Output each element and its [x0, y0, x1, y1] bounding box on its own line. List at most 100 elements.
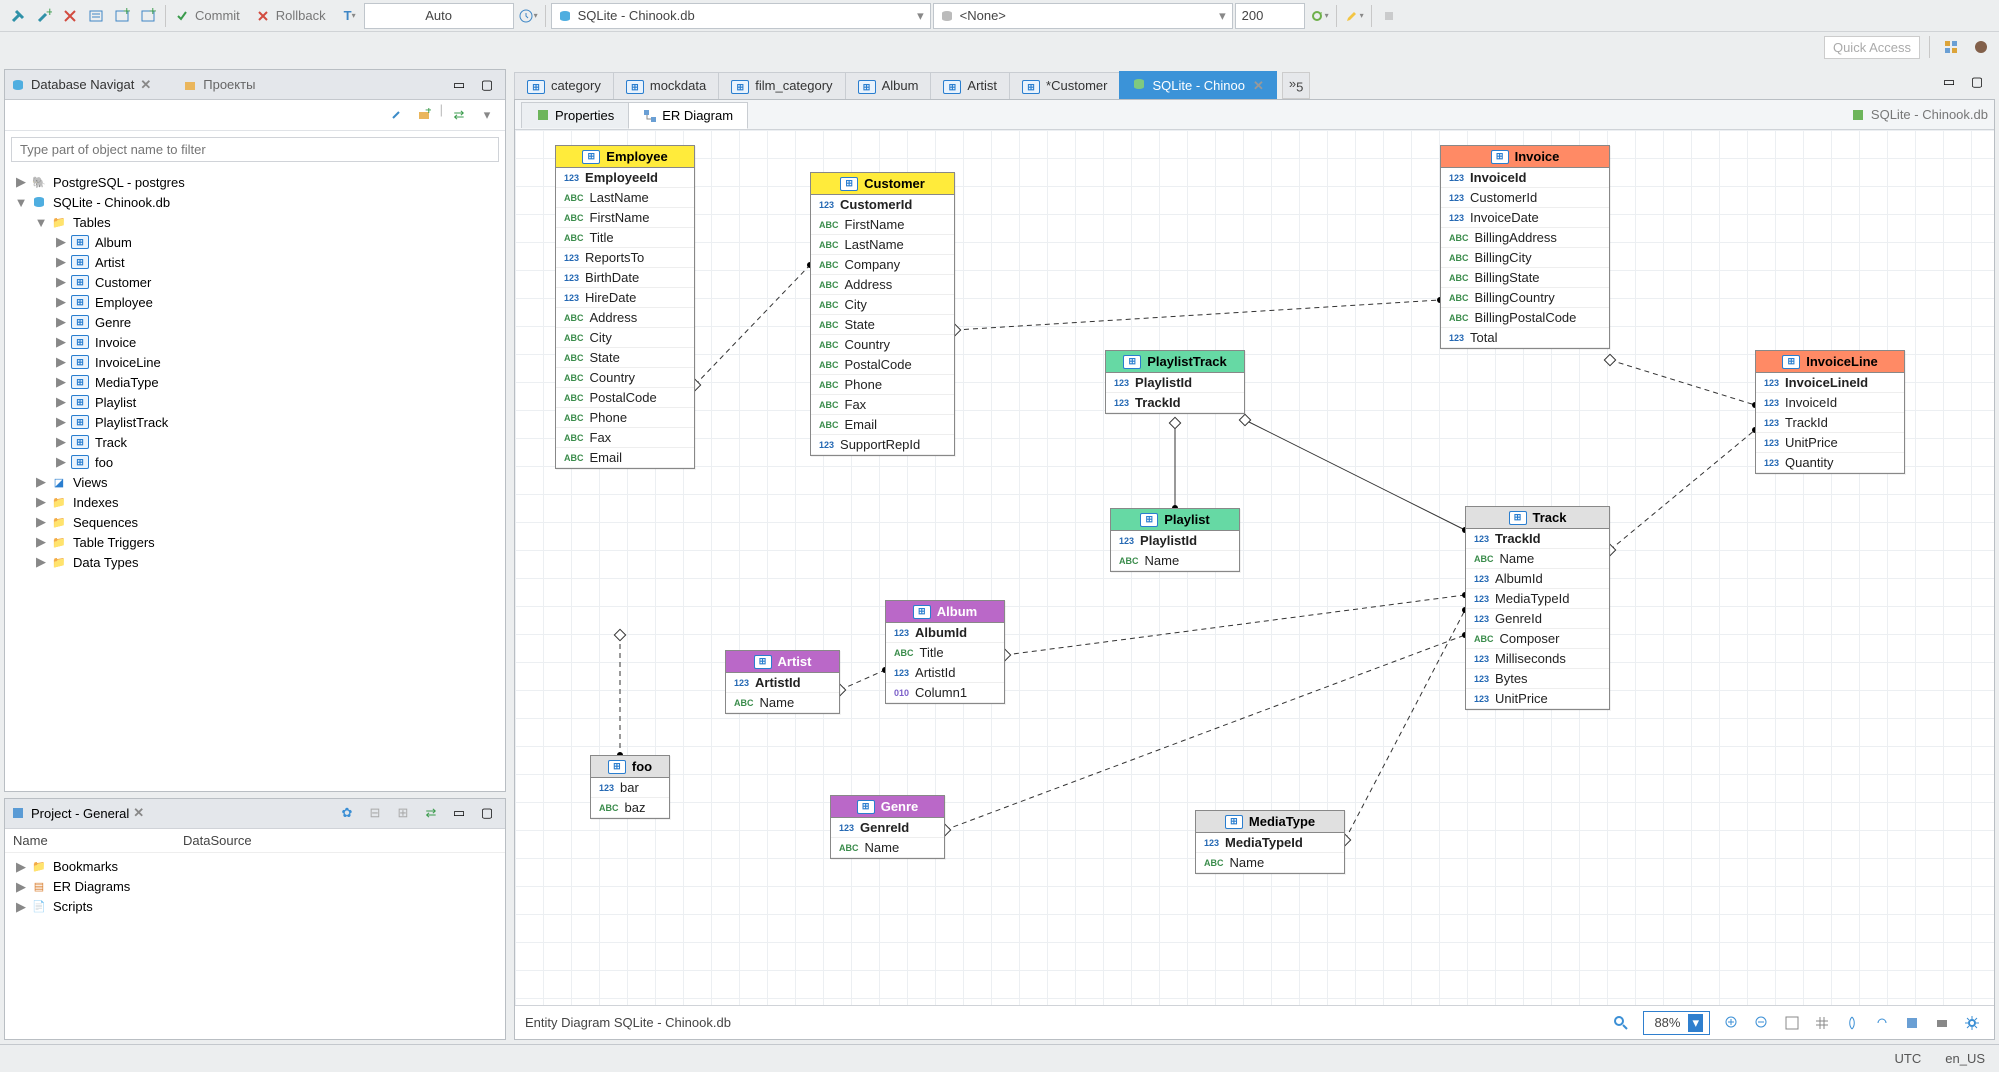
entity-column[interactable]: ABCName: [831, 838, 944, 858]
entity-column[interactable]: 123CustomerId: [1441, 188, 1609, 208]
entity-mediatype[interactable]: ⊞MediaType123MediaTypeIdABCName: [1195, 810, 1345, 874]
tree-node[interactable]: ▶⊞Artist: [5, 252, 505, 272]
zoom-out-icon[interactable]: [1750, 1010, 1774, 1036]
entity-column[interactable]: 123TrackId: [1466, 529, 1609, 549]
entity-column[interactable]: ABCName: [1111, 551, 1239, 571]
entity-column[interactable]: ABCComposer: [1466, 629, 1609, 649]
entity-customer[interactable]: ⊞Customer123CustomerIdABCFirstNameABCLas…: [810, 172, 955, 456]
entity-column[interactable]: 123Total: [1441, 328, 1609, 348]
disconnect-icon[interactable]: [58, 3, 82, 29]
entity-track[interactable]: ⊞Track123TrackIdABCName123AlbumId123Medi…: [1465, 506, 1610, 710]
entity-header[interactable]: ⊞Playlist: [1111, 509, 1239, 531]
tree-node[interactable]: ▶📁Indexes: [5, 492, 505, 512]
entity-column[interactable]: 123ArtistId: [726, 673, 839, 693]
close-icon[interactable]: ✕: [133, 805, 144, 821]
entity-column[interactable]: ABCAddress: [811, 275, 954, 295]
settings-icon[interactable]: [1960, 1010, 1984, 1036]
grid-icon[interactable]: [1810, 1010, 1834, 1036]
close-icon[interactable]: ✕: [140, 77, 151, 93]
entity-header[interactable]: ⊞Invoice: [1441, 146, 1609, 168]
entity-column[interactable]: 123EmployeeId: [556, 168, 694, 188]
add-icon[interactable]: ⊞: [391, 800, 415, 826]
highlighter-icon[interactable]: ▾: [1342, 3, 1366, 29]
entity-column[interactable]: 123Quantity: [1756, 453, 1904, 473]
refresh-icon[interactable]: [1870, 1010, 1894, 1036]
entity-header[interactable]: ⊞MediaType: [1196, 811, 1344, 833]
tab-properties[interactable]: Properties: [521, 102, 629, 128]
entity-header[interactable]: ⊞Genre: [831, 796, 944, 818]
entity-column[interactable]: 123TrackId: [1106, 393, 1244, 413]
tree-node[interactable]: ▼SQLite - Chinook.db: [5, 192, 505, 212]
timezone-label[interactable]: UTC: [1895, 1051, 1922, 1066]
entity-column[interactable]: 123GenreId: [1466, 609, 1609, 629]
editor-tab[interactable]: ⊞film_category: [718, 72, 845, 100]
entity-column[interactable]: ABCState: [556, 348, 694, 368]
entity-column[interactable]: 123PlaylistId: [1106, 373, 1244, 393]
entity-column[interactable]: 123ReportsTo: [556, 248, 694, 268]
entity-foo[interactable]: ⊞foo123barABCbaz: [590, 755, 670, 819]
entity-genre[interactable]: ⊞Genre123GenreIdABCName: [830, 795, 945, 859]
entity-column[interactable]: ABCLastName: [556, 188, 694, 208]
close-tab-icon[interactable]: ✕: [1253, 78, 1264, 94]
entity-column[interactable]: 123bar: [591, 778, 669, 798]
er-canvas[interactable]: ⊞Employee123EmployeeIdABCLastNameABCFirs…: [515, 130, 1994, 1005]
entity-column[interactable]: 123BirthDate: [556, 268, 694, 288]
entity-column[interactable]: ABCFirstName: [811, 215, 954, 235]
entity-header[interactable]: ⊞Album: [886, 601, 1004, 623]
entity-column[interactable]: 123MediaTypeId: [1196, 833, 1344, 853]
search-icon[interactable]: [1609, 1010, 1633, 1036]
dbeaver-perspective-icon[interactable]: [1969, 34, 1993, 60]
entity-column[interactable]: ABCCountry: [811, 335, 954, 355]
sync-icon[interactable]: ⇄: [447, 102, 471, 128]
entity-column[interactable]: 123CustomerId: [811, 195, 954, 215]
editor-minimize-icon[interactable]: ▭: [1937, 69, 1961, 95]
limit-input[interactable]: 200: [1235, 3, 1305, 29]
more-tabs[interactable]: »5: [1282, 72, 1310, 99]
entity-header[interactable]: ⊞Track: [1466, 507, 1609, 529]
minimize-icon[interactable]: ▭: [447, 800, 471, 826]
project-item[interactable]: ▶📁Bookmarks: [5, 857, 505, 877]
entity-column[interactable]: 010Column1: [886, 683, 1004, 703]
entity-playlist[interactable]: ⊞Playlist123PlaylistIdABCName: [1110, 508, 1240, 572]
entity-column[interactable]: 123HireDate: [556, 288, 694, 308]
entity-column[interactable]: ABCFirstName: [556, 208, 694, 228]
project-item[interactable]: ▶▤ER Diagrams: [5, 877, 505, 897]
entity-column[interactable]: ABCEmail: [811, 415, 954, 435]
entity-column[interactable]: ABCFax: [556, 428, 694, 448]
entity-column[interactable]: ABCName: [726, 693, 839, 713]
entity-invoice[interactable]: ⊞Invoice123InvoiceId123CustomerId123Invo…: [1440, 145, 1610, 349]
entity-column[interactable]: 123UnitPrice: [1756, 433, 1904, 453]
sync-icon[interactable]: ⇄: [419, 800, 443, 826]
tree-node[interactable]: ▶⊞PlaylistTrack: [5, 412, 505, 432]
schema-select[interactable]: <None>▾: [933, 3, 1233, 29]
entity-column[interactable]: ABCAddress: [556, 308, 694, 328]
entity-column[interactable]: 123ArtistId: [886, 663, 1004, 683]
layout-icon[interactable]: [1840, 1010, 1864, 1036]
tab-er-diagram[interactable]: ER Diagram: [628, 102, 748, 129]
entity-column[interactable]: 123MediaTypeId: [1466, 589, 1609, 609]
entity-column[interactable]: 123Milliseconds: [1466, 649, 1609, 669]
entity-column[interactable]: ABCBillingPostalCode: [1441, 308, 1609, 328]
menu-icon[interactable]: ▾: [475, 102, 499, 128]
tx-mode-select[interactable]: Auto: [364, 3, 514, 29]
maximize-icon[interactable]: ▢: [475, 800, 499, 826]
export-icon[interactable]: [1900, 1010, 1924, 1036]
entity-header[interactable]: ⊞Employee: [556, 146, 694, 168]
entity-header[interactable]: ⊞InvoiceLine: [1756, 351, 1904, 373]
entity-column[interactable]: ABCBillingCity: [1441, 248, 1609, 268]
quick-access-input[interactable]: Quick Access: [1824, 36, 1920, 59]
entity-column[interactable]: ABCPostalCode: [811, 355, 954, 375]
tree-filter-input[interactable]: [11, 137, 499, 162]
plug-add-icon[interactable]: +: [32, 3, 56, 29]
tree-node[interactable]: ▶⊞Genre: [5, 312, 505, 332]
tree-node[interactable]: ▶⊞foo: [5, 452, 505, 472]
entity-column[interactable]: ABCName: [1466, 549, 1609, 569]
entity-column[interactable]: 123AlbumId: [886, 623, 1004, 643]
link-icon[interactable]: [384, 102, 408, 128]
entity-column[interactable]: 123InvoiceId: [1441, 168, 1609, 188]
connection-select[interactable]: SQLite - Chinook.db▾: [551, 3, 931, 29]
entity-column[interactable]: ABCLastName: [811, 235, 954, 255]
tx-mode-icon[interactable]: T▾: [338, 3, 362, 29]
entity-column[interactable]: 123InvoiceDate: [1441, 208, 1609, 228]
perspective-icon[interactable]: [1939, 34, 1963, 60]
